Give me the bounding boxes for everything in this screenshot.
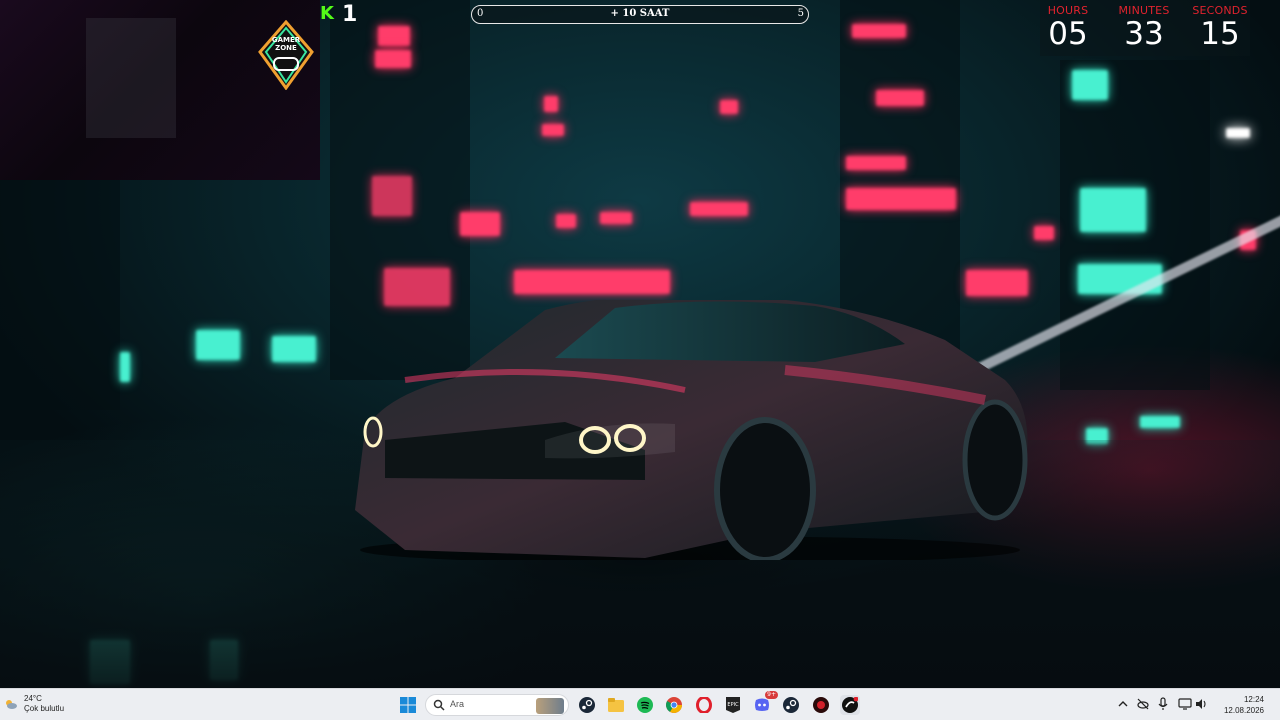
hours-value: 05 bbox=[1048, 16, 1088, 52]
search-highlight-image bbox=[536, 698, 564, 714]
seconds-value: 15 bbox=[1200, 16, 1240, 52]
building bbox=[0, 180, 120, 410]
gamer-zone-logo bbox=[258, 20, 314, 90]
weather-widget[interactable]: 24°C Çok bulutlu bbox=[4, 694, 64, 714]
street-lamp bbox=[1226, 128, 1250, 138]
neon-light bbox=[690, 202, 748, 216]
countdown-timer: HOURS 05 MINUTES 33 SECONDS 15 bbox=[1040, 0, 1250, 56]
subathon-progress-bar: 0 + 10 SAAT 5 bbox=[471, 5, 809, 24]
svg-text:EPIC: EPIC bbox=[727, 702, 739, 708]
neon-light bbox=[852, 24, 906, 38]
kick-icon: K bbox=[320, 3, 334, 24]
microphone-icon[interactable] bbox=[1156, 697, 1170, 711]
taskbar-app-opera[interactable] bbox=[694, 695, 714, 715]
neon-light bbox=[272, 336, 316, 362]
taskbar-app-active[interactable] bbox=[840, 695, 860, 715]
steam-icon bbox=[579, 697, 595, 713]
kick-follower-badge: K 1 bbox=[320, 1, 358, 27]
taskbar-app-steam-2[interactable] bbox=[781, 695, 801, 715]
neon-light bbox=[375, 50, 411, 68]
desktop-wallpaper: GAMER ZONE K 1 0 + 10 SAAT 5 HOURS 05 MI… bbox=[0, 0, 1280, 688]
start-button[interactable] bbox=[398, 695, 418, 715]
minutes-value: 33 bbox=[1124, 16, 1164, 52]
progress-end-label: 5 bbox=[797, 8, 804, 19]
cloud-off-icon[interactable] bbox=[1136, 697, 1150, 711]
steam-icon bbox=[783, 697, 799, 713]
chevron-up-icon[interactable] bbox=[1116, 697, 1130, 711]
search-placeholder: Ara bbox=[450, 699, 465, 709]
neon-light bbox=[846, 156, 906, 170]
weather-desc: Çok bulutlu bbox=[24, 704, 65, 713]
taskbar-search-box[interactable]: Ara bbox=[425, 694, 569, 716]
taskbar-app-media[interactable] bbox=[811, 695, 831, 715]
spotify-icon bbox=[637, 697, 653, 713]
kick-count: 1 bbox=[342, 1, 358, 27]
neon-light bbox=[1140, 416, 1180, 428]
discord-notification-badge: 9+ bbox=[765, 691, 778, 699]
neon-light bbox=[120, 352, 130, 382]
neon-light bbox=[600, 212, 632, 224]
neon-light bbox=[556, 214, 576, 228]
weather-temp: 24°C bbox=[24, 694, 42, 703]
folder-icon bbox=[608, 698, 624, 712]
cloud-sun-icon bbox=[6, 700, 17, 709]
chrome-icon bbox=[666, 697, 682, 713]
neon-light bbox=[1072, 70, 1108, 100]
opera-icon bbox=[696, 697, 712, 713]
neon-light bbox=[544, 96, 558, 112]
taskbar: 24°C Çok bulutlu Ara EPIC 9+ 12:24 12.08… bbox=[0, 688, 1280, 720]
network-icon[interactable] bbox=[1178, 697, 1192, 711]
countdown-hours: HOURS 05 bbox=[1038, 4, 1098, 51]
search-icon bbox=[433, 699, 445, 711]
discord-icon bbox=[755, 698, 769, 711]
record-icon bbox=[813, 697, 829, 713]
neon-light bbox=[846, 188, 956, 210]
countdown-seconds: SECONDS 15 bbox=[1190, 4, 1250, 51]
taskbar-app-file-explorer[interactable] bbox=[606, 695, 626, 715]
clock-time: 12:24 bbox=[1243, 695, 1264, 704]
epic-games-icon: EPIC bbox=[726, 697, 740, 713]
neon-light bbox=[196, 330, 240, 360]
taskbar-app-discord[interactable]: 9+ bbox=[752, 691, 778, 715]
neon-light bbox=[514, 270, 670, 294]
neon-light bbox=[720, 100, 738, 114]
gamer-zone-logo-text: GAMER ZONE bbox=[271, 36, 301, 52]
countdown-minutes: MINUTES 33 bbox=[1114, 4, 1174, 51]
neon-light bbox=[372, 176, 412, 216]
neon-light bbox=[542, 124, 564, 136]
taskbar-app-spotify[interactable] bbox=[635, 695, 655, 715]
system-clock[interactable]: 12:24 12.08.2026 bbox=[1212, 694, 1264, 716]
neon-light bbox=[876, 90, 924, 106]
neon-light bbox=[1034, 226, 1054, 240]
webcam-overlay: GAMER ZONE bbox=[0, 0, 320, 180]
car-illustration bbox=[355, 300, 1028, 560]
clock-date: 12.08.2026 bbox=[1223, 706, 1264, 715]
taskbar-app-steam[interactable] bbox=[577, 695, 597, 715]
neon-light bbox=[460, 212, 500, 236]
app-logo-icon bbox=[842, 697, 858, 713]
progress-goal-label: + 10 SAAT bbox=[610, 8, 670, 19]
volume-icon[interactable] bbox=[1194, 697, 1208, 711]
neon-light bbox=[378, 26, 410, 46]
neon-light bbox=[966, 270, 1028, 296]
webcam-background-shelf bbox=[86, 18, 176, 138]
neon-light bbox=[1080, 188, 1146, 232]
taskbar-app-epic-games[interactable]: EPIC bbox=[723, 695, 743, 715]
windows-icon bbox=[400, 697, 416, 713]
taskbar-app-chrome[interactable] bbox=[664, 695, 684, 715]
